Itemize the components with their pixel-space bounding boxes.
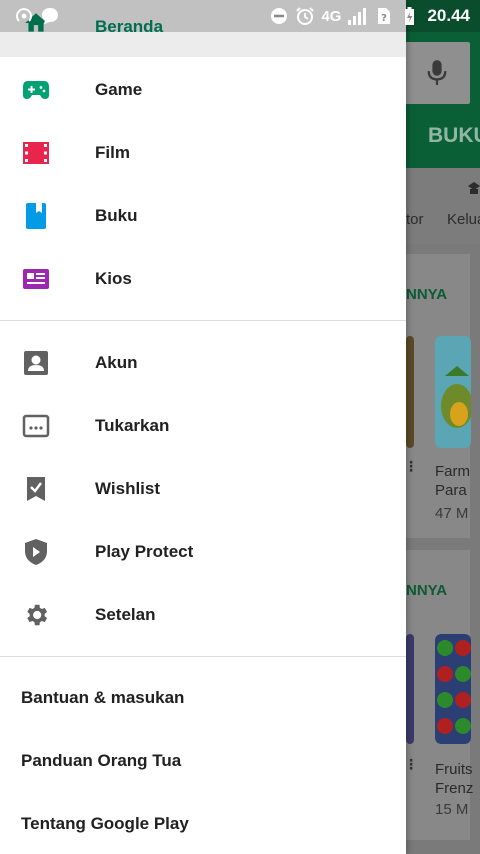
redeem-icon <box>21 411 51 441</box>
battery-charging-icon <box>405 7 415 25</box>
gamepad-icon <box>21 75 51 105</box>
background-chip-label: tor <box>406 211 424 228</box>
status-bar: 4G ? 20.44 <box>0 0 480 32</box>
drawer-link-parent-guide[interactable]: Panduan Orang Tua <box>21 731 406 791</box>
drawer-item-movies[interactable]: Film <box>0 121 406 184</box>
background-more-dots: ⋮ <box>404 756 418 772</box>
background-section-more: NNYA <box>406 582 448 599</box>
drawer-item-redeem[interactable]: Tukarkan <box>0 394 406 457</box>
gear-icon <box>21 600 51 630</box>
drawer-item-account[interactable]: Akun <box>0 331 406 394</box>
drawer-item-label: Akun <box>95 352 138 372</box>
background-app-thumbnail <box>435 634 471 744</box>
background-tab-books: BUKU <box>428 124 480 147</box>
do-not-disturb-icon <box>271 8 288 24</box>
no-sim-icon: ? <box>378 8 391 24</box>
account-icon <box>21 348 51 378</box>
hotspot-icon <box>16 8 32 22</box>
drawer-item-games[interactable]: Game <box>0 58 406 121</box>
chat-bubble-icon <box>42 8 58 24</box>
drawer-item-settings[interactable]: Setelan <box>0 583 406 646</box>
alarm-icon <box>296 7 315 25</box>
background-app-size: 47 M <box>435 505 469 522</box>
navigation-drawer: Beranda Game Film Buku Kios Akun Tukarka… <box>0 0 406 854</box>
background-chip-label: Kelua <box>447 211 480 228</box>
clock-time: 20.44 <box>427 6 470 25</box>
svg-text:?: ? <box>382 13 388 24</box>
drawer-item-label: Tukarkan <box>95 415 170 435</box>
film-icon <box>21 138 51 168</box>
drawer-divider <box>0 320 406 321</box>
wishlist-icon <box>21 474 51 504</box>
newsstand-icon <box>21 264 51 294</box>
drawer-link-about-google-play[interactable]: Tentang Google Play <box>21 794 406 854</box>
book-icon <box>21 201 51 231</box>
signal-strength-icon <box>348 8 367 25</box>
drawer-item-wishlist[interactable]: Wishlist <box>0 457 406 520</box>
drawer-item-label: Game <box>95 79 143 99</box>
background-app-thumbnail <box>406 336 414 448</box>
drawer-item-label: Play Protect <box>95 541 194 561</box>
drawer-item-newsstand[interactable]: Kios <box>0 247 406 310</box>
network-type-label: 4G <box>321 7 342 25</box>
drawer-item-label: Film <box>95 142 130 162</box>
background-more-dots: ⋮ <box>404 458 418 474</box>
background-app-thumbnail <box>435 336 471 448</box>
category-icon <box>468 182 480 194</box>
drawer-link-help-feedback[interactable]: Bantuan & masukan <box>21 668 406 728</box>
drawer-divider <box>0 656 406 657</box>
shield-icon <box>21 537 51 567</box>
drawer-item-books[interactable]: Buku <box>0 184 406 247</box>
background-app-size: 15 M <box>435 801 469 818</box>
microphone-icon <box>427 60 447 85</box>
drawer-item-label: Buku <box>95 205 138 225</box>
drawer-item-play-protect[interactable]: Play Protect <box>0 520 406 583</box>
background-section-more: NNYA <box>406 286 448 303</box>
drawer-item-label: Wishlist <box>95 478 161 498</box>
drawer-item-label: Setelan <box>95 604 156 624</box>
background-app-title: Farm Para <box>435 463 470 499</box>
background-app-title: Fruits Frenz <box>435 761 474 797</box>
background-app-thumbnail <box>406 634 414 744</box>
drawer-item-label: Kios <box>95 268 132 288</box>
